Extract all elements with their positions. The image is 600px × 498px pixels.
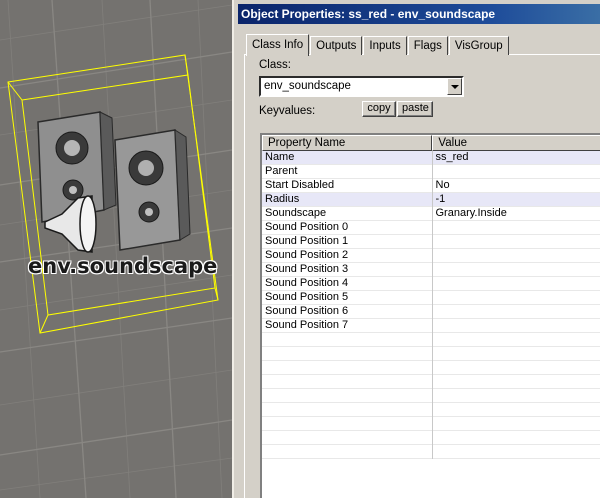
- property-name-cell: Parent: [262, 165, 433, 179]
- copy-button[interactable]: copy: [362, 101, 396, 117]
- grid-body: Name ss_red Parent Start Disabled No Radius -1…: [262, 151, 600, 459]
- table-row[interactable]: [262, 431, 600, 445]
- header-value[interactable]: Value: [432, 135, 600, 151]
- property-value-cell: ss_red: [435, 151, 469, 163]
- property-name-cell: [262, 389, 433, 403]
- table-row[interactable]: Sound Position 4: [262, 277, 600, 291]
- property-name-cell: Sound Position 1: [262, 235, 433, 249]
- property-value-cell: [433, 347, 600, 361]
- chevron-down-icon[interactable]: [447, 78, 462, 95]
- property-name-cell: Sound Position 2: [262, 249, 433, 263]
- property-value-cell: [433, 235, 600, 249]
- table-row[interactable]: [262, 333, 600, 347]
- property-name-cell: Radius: [262, 193, 433, 207]
- property-name-cell: Sound Position 5: [262, 291, 433, 305]
- property-value-cell: [433, 417, 600, 431]
- property-name-cell: [262, 361, 433, 375]
- property-value-cell: [433, 445, 600, 459]
- class-select-value: env_soundscape: [264, 80, 351, 92]
- tab-class-info[interactable]: Class Info: [246, 34, 310, 56]
- property-value-cell: [433, 333, 600, 347]
- keyvalues-grid[interactable]: Property Name Value Name ss_red Parent Star…: [260, 133, 600, 498]
- property-value-cell: [433, 277, 600, 291]
- table-row[interactable]: [262, 389, 600, 403]
- tab-outputs[interactable]: Outputs: [310, 36, 363, 55]
- property-value-cell: [433, 165, 600, 179]
- property-value-cell: [433, 431, 600, 445]
- table-row[interactable]: Soundscape Granary.Inside: [262, 207, 600, 221]
- viewport-grid: [0, 0, 232, 498]
- keyvalues-label: Keyvalues:: [259, 105, 316, 117]
- property-name-cell: Sound Position 3: [262, 263, 433, 277]
- table-row[interactable]: [262, 347, 600, 361]
- property-name-cell: [262, 403, 433, 417]
- property-value-cell: Granary.Inside: [435, 207, 507, 219]
- dialog-title[interactable]: Object Properties: ss_red - env_soundsca…: [238, 4, 600, 24]
- property-value-cell: [433, 221, 600, 235]
- table-row[interactable]: Sound Position 3: [262, 263, 600, 277]
- table-row[interactable]: Start Disabled No: [262, 179, 600, 193]
- table-row[interactable]: [262, 361, 600, 375]
- table-row[interactable]: Sound Position 2: [262, 249, 600, 263]
- property-name-cell: Sound Position 4: [262, 277, 433, 291]
- property-value-cell: [433, 403, 600, 417]
- property-name-cell: Name: [262, 151, 433, 165]
- paste-button[interactable]: paste: [397, 101, 433, 117]
- property-value-cell: -1: [435, 193, 446, 205]
- 3d-viewport[interactable]: env.soundscape: [0, 0, 232, 498]
- property-value-cell: [433, 361, 600, 375]
- object-properties-dialog: Object Properties: ss_red - env_soundsca…: [232, 0, 600, 498]
- property-value-cell: [433, 389, 600, 403]
- property-name-cell: Sound Position 0: [262, 221, 433, 235]
- table-row[interactable]: [262, 403, 600, 417]
- property-name-cell: Soundscape: [262, 207, 433, 221]
- property-value-cell: No: [435, 179, 450, 191]
- table-row[interactable]: Name ss_red: [262, 151, 600, 165]
- property-name-cell: Sound Position 6: [262, 305, 433, 319]
- class-select[interactable]: env_soundscape: [259, 76, 464, 97]
- entity-label: env.soundscape: [28, 254, 218, 278]
- table-row[interactable]: Parent: [262, 165, 600, 179]
- property-name-cell: [262, 417, 433, 431]
- property-value-cell: [433, 375, 600, 389]
- property-value-cell: [433, 305, 600, 319]
- table-row[interactable]: [262, 375, 600, 389]
- table-row[interactable]: Sound Position 7: [262, 319, 600, 333]
- property-value-cell: [433, 319, 600, 333]
- property-value-cell: [433, 263, 600, 277]
- table-row[interactable]: Sound Position 0: [262, 221, 600, 235]
- property-name-cell: Sound Position 7: [262, 319, 433, 333]
- speaker-icon-2: [114, 129, 191, 251]
- table-row[interactable]: Sound Position 5: [262, 291, 600, 305]
- table-row[interactable]: [262, 445, 600, 459]
- table-row[interactable]: [262, 417, 600, 431]
- property-name-cell: [262, 445, 433, 459]
- property-name-cell: [262, 347, 433, 361]
- header-property-name[interactable]: Property Name: [262, 135, 433, 151]
- table-row[interactable]: Radius -1: [262, 193, 600, 207]
- property-value-cell: [433, 291, 600, 305]
- tab-visgroup[interactable]: VisGroup: [448, 36, 509, 55]
- property-value-cell: [433, 249, 600, 263]
- property-name-cell: [262, 333, 433, 347]
- property-name-cell: [262, 375, 433, 389]
- tab-flags[interactable]: Flags: [407, 36, 448, 55]
- tab-inputs[interactable]: Inputs: [363, 36, 407, 55]
- grid-header: Property Name Value: [262, 135, 600, 151]
- tab-strip: Class Info Outputs Inputs Flags VisGroup: [246, 33, 510, 56]
- class-label: Class:: [259, 59, 291, 71]
- property-name-cell: Start Disabled: [262, 179, 433, 193]
- table-row[interactable]: Sound Position 6: [262, 305, 600, 319]
- property-name-cell: [262, 431, 433, 445]
- table-row[interactable]: Sound Position 1: [262, 235, 600, 249]
